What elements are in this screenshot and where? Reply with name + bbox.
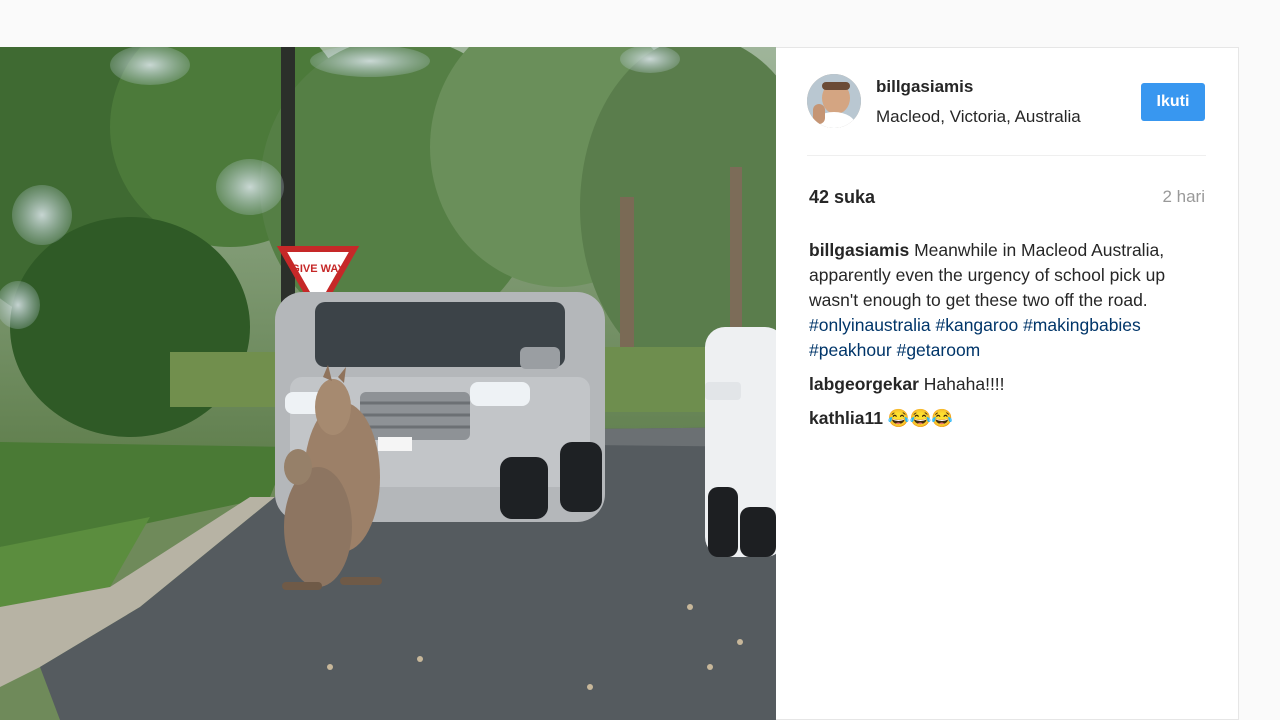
- caption: billgasiamis Meanwhile in Macleod Austra…: [809, 238, 1209, 363]
- post-location[interactable]: Macleod, Victoria, Australia: [876, 107, 1081, 127]
- comment-list: billgasiamis Meanwhile in Macleod Austra…: [809, 238, 1209, 440]
- header-divider: [807, 155, 1206, 156]
- follow-button[interactable]: Ikuti: [1141, 83, 1205, 121]
- hashtag-link[interactable]: #onlyinaustralia: [809, 315, 931, 335]
- like-count[interactable]: 42 suka: [809, 187, 875, 208]
- instagram-post-view: GIVE WAY billgasiamis Macleod, Victoria,…: [0, 0, 1280, 720]
- kangaroo-road-photo: GIVE WAY: [0, 47, 776, 720]
- post-photo[interactable]: GIVE WAY: [0, 47, 776, 720]
- comment-text: 😂😂😂: [887, 408, 954, 428]
- give-way-sign-text: GIVE WAY: [291, 263, 345, 275]
- caption-username[interactable]: billgasiamis: [809, 240, 909, 260]
- post-time[interactable]: 2 hari: [1162, 187, 1205, 207]
- hashtag-link[interactable]: #peakhour: [809, 340, 892, 360]
- post-author-username[interactable]: billgasiamis: [876, 77, 973, 97]
- hashtag-link[interactable]: #makingbabies: [1023, 315, 1141, 335]
- post-header: billgasiamis Macleod, Victoria, Australi…: [776, 48, 1238, 156]
- profile-picture-icon: [807, 74, 861, 128]
- post-details-panel: billgasiamis Macleod, Victoria, Australi…: [776, 47, 1239, 720]
- hashtag-link[interactable]: #kangaroo: [935, 315, 1018, 335]
- comment-username[interactable]: labgeorgekar: [809, 374, 919, 394]
- hashtag-link[interactable]: #getaroom: [897, 340, 981, 360]
- comment-username[interactable]: kathlia11: [809, 408, 883, 428]
- avatar[interactable]: [807, 74, 861, 128]
- comment-text: Hahaha!!!!: [923, 374, 1005, 394]
- comment-item: labgeorgekar Hahaha!!!!: [809, 372, 1209, 397]
- comment-item: kathlia11 😂😂😂: [809, 406, 1209, 431]
